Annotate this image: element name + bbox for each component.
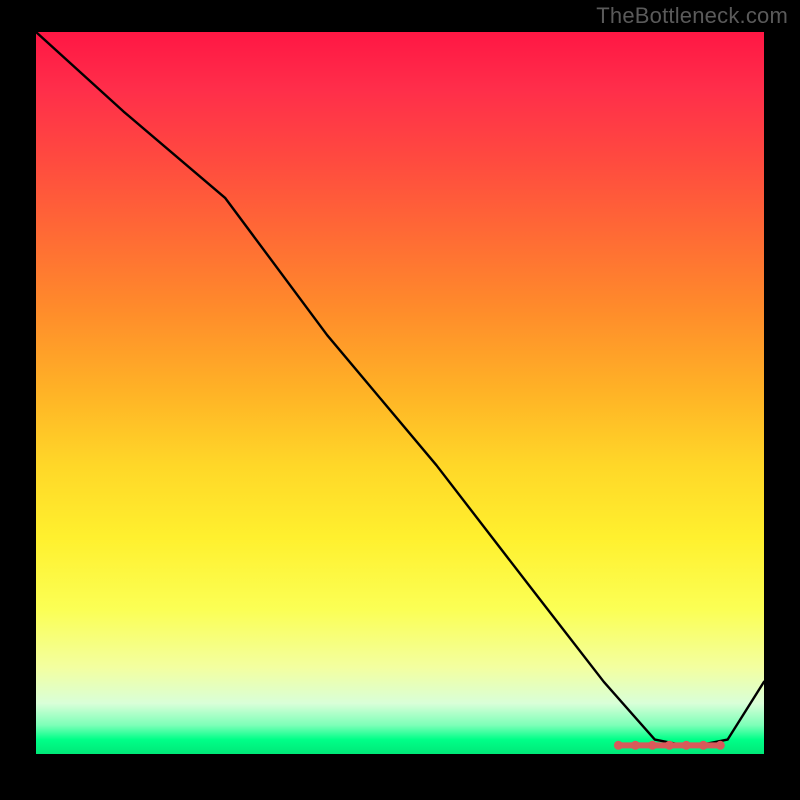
optimal-range-dot (665, 741, 674, 750)
plot-area (36, 32, 764, 754)
line-chart (36, 32, 764, 754)
optimal-range-dot (614, 741, 623, 750)
optimal-range-dot (699, 741, 708, 750)
optimal-range-markers (614, 741, 725, 750)
chart-frame: TheBottleneck.com (0, 0, 800, 800)
optimal-range-dot (682, 741, 691, 750)
bottleneck-curve (36, 32, 764, 747)
watermark-text: TheBottleneck.com (596, 3, 788, 29)
optimal-range-dot (648, 741, 657, 750)
optimal-range-dot (631, 741, 640, 750)
optimal-range-dot (716, 741, 725, 750)
